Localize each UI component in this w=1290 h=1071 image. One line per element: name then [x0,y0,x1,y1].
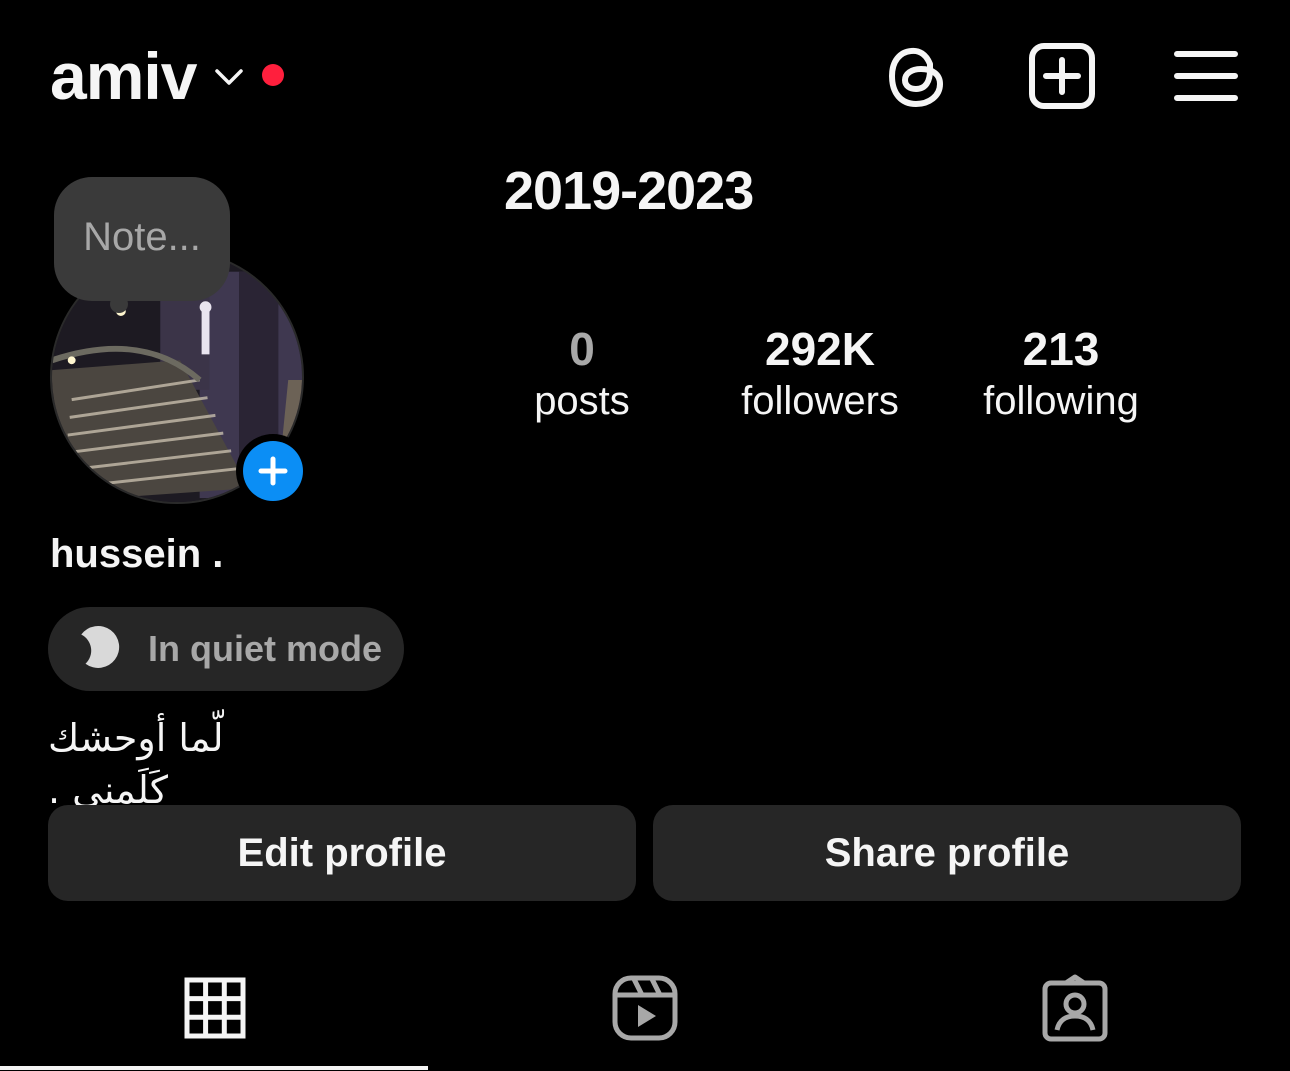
following-count: 213 [1022,323,1100,375]
tab-reels[interactable] [430,960,860,1060]
share-profile-button[interactable]: Share profile [653,805,1241,901]
profile-page: amiv 2019-2023 Note... 0 posts 292K foll… [0,0,1290,1071]
add-story-button[interactable] [236,434,310,508]
following-stat[interactable]: 213 following [966,322,1156,426]
followers-count: 292K [765,323,875,375]
menu-icon[interactable] [1174,50,1238,107]
edit-profile-button[interactable]: Edit profile [48,805,636,901]
plus-icon [243,441,303,501]
account-switcher[interactable]: amiv [50,38,285,114]
followers-stat[interactable]: 292K followers [720,322,920,426]
tab-posts-grid[interactable] [0,960,430,1060]
threads-icon[interactable] [886,42,948,115]
tab-tagged[interactable] [860,960,1290,1060]
profile-headline: 2019-2023 [504,161,754,221]
reels-icon [612,975,678,1046]
tagged-icon [1042,974,1108,1047]
posts-label: posts [534,379,630,423]
posts-count: 0 [569,323,595,375]
grid-icon [184,977,246,1044]
followers-label: followers [741,379,899,423]
following-label: following [983,379,1139,423]
chevron-down-icon [214,67,244,92]
notification-dot [262,64,285,86]
quiet-mode-badge[interactable]: In quiet mode [48,607,404,691]
moon-icon [74,623,122,676]
active-tab-indicator [0,1066,428,1070]
username: amiv [50,39,197,113]
note-placeholder: Note... [83,214,201,259]
note-bubble[interactable]: Note... [54,177,230,313]
bio-text: لّما أوحشك كَلَمني . [48,716,224,812]
new-post-icon[interactable] [1028,42,1096,115]
full-name: hussein . [50,532,224,576]
posts-stat[interactable]: 0 posts [522,322,642,426]
quiet-mode-label: In quiet mode [148,628,382,669]
